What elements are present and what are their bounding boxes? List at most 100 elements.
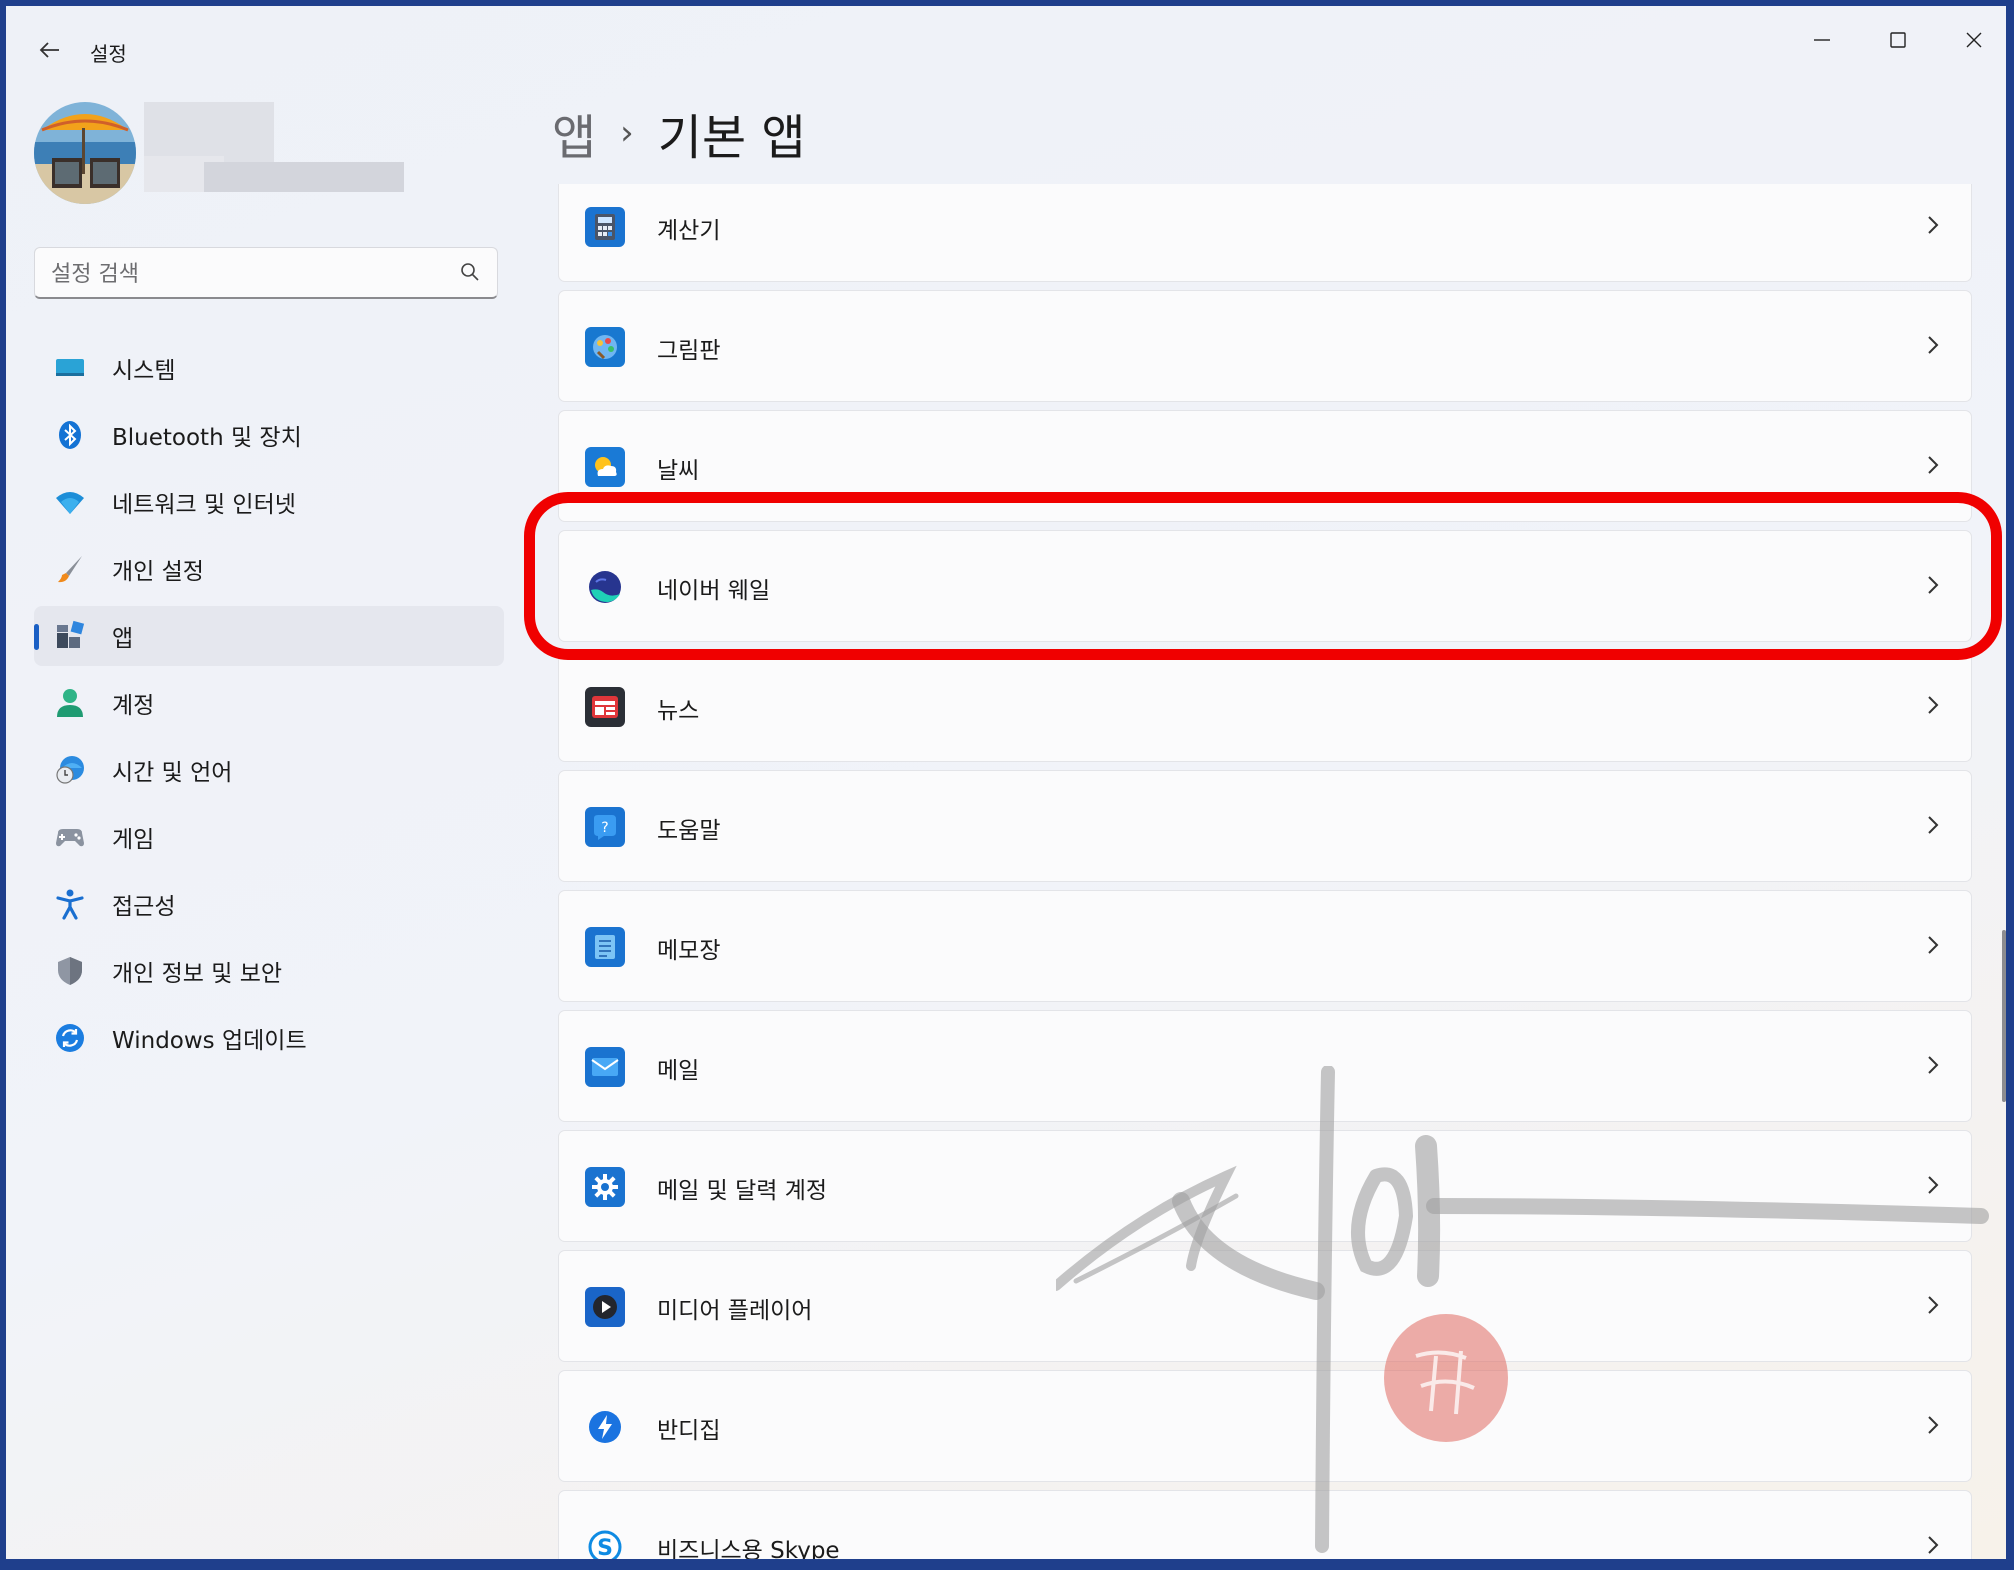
app-row-notepad[interactable]: 메모장: [558, 890, 1972, 1002]
minimize-button[interactable]: [1792, 18, 1852, 62]
app-row-bandizip[interactable]: 반디집: [558, 1370, 1972, 1482]
close-button[interactable]: [1944, 18, 2004, 62]
paintbrush-icon: [58, 556, 82, 583]
gamepad-icon: [56, 829, 84, 847]
sidebar-item-label: Windows 업데이트: [112, 1028, 307, 1054]
sidebar-item-network[interactable]: 네트워크 및 인터넷: [34, 472, 504, 532]
settings-search[interactable]: [34, 247, 498, 299]
app-row-label: 계산기: [657, 218, 721, 244]
chevron-right-icon: [1928, 456, 1939, 474]
gear-icon: [585, 1167, 625, 1207]
back-arrow-icon: [39, 42, 59, 58]
sidebar-item-label: 개인 정보 및 보안: [112, 961, 283, 987]
news-icon: [585, 687, 625, 727]
app-row-label: 반디집: [657, 1418, 721, 1444]
chevron-right-icon: [1928, 1536, 1939, 1554]
chevron-right-icon: [1928, 336, 1939, 354]
apps-icon: [57, 620, 85, 648]
breadcrumb-separator: ›: [620, 113, 634, 153]
app-row-label: 네이버 웨일: [657, 578, 771, 604]
app-row-skype-business[interactable]: S 비즈니스용 Skype: [558, 1490, 1972, 1559]
calculator-icon: [585, 207, 625, 247]
breadcrumb: 앱 › 기본 앱: [552, 98, 806, 168]
app-row-mail[interactable]: 메일: [558, 1010, 1972, 1122]
sidebar-item-system[interactable]: 시스템: [34, 338, 504, 398]
sidebar-item-accounts[interactable]: 계정: [34, 673, 504, 733]
sidebar-item-label: Bluetooth 및 장치: [112, 425, 302, 451]
profile-email-redacted: [204, 162, 404, 192]
sidebar-item-label: 개인 설정: [112, 559, 204, 585]
sidebar-item-accessibility[interactable]: 접근성: [34, 874, 504, 934]
shield-icon: [58, 957, 82, 985]
app-title: 설정: [90, 42, 127, 66]
page-title: 기본 앱: [657, 110, 806, 166]
chevron-right-icon: [1928, 1056, 1939, 1074]
paint-icon: [585, 327, 625, 367]
minimize-icon: [1814, 39, 1830, 41]
app-row-label: 메모장: [657, 938, 721, 964]
sidebar-nav: 시스템 Bluetooth 및 장치 네트워크 및 인터넷 개인 설정 앱 계정…: [34, 338, 504, 1075]
app-row-help[interactable]: ? 도움말: [558, 770, 1972, 882]
bandizip-icon: [585, 1407, 625, 1447]
mail-icon: [585, 1047, 625, 1087]
media-player-icon: [585, 1287, 625, 1327]
app-row-label: 도움말: [657, 818, 721, 844]
user-profile[interactable]: [34, 102, 414, 212]
sidebar-item-personalization[interactable]: 개인 설정: [34, 539, 504, 599]
clock-globe-icon: [56, 756, 84, 784]
search-icon[interactable]: [459, 261, 481, 283]
breadcrumb-parent[interactable]: 앱: [552, 98, 596, 168]
avatar: [34, 102, 136, 204]
chevron-right-icon: [1928, 216, 1939, 234]
chevron-right-icon: [1928, 816, 1939, 834]
chevron-right-icon: [1928, 936, 1939, 954]
notepad-icon: [585, 927, 625, 967]
sidebar-item-label: 게임: [112, 827, 155, 853]
app-row-weather[interactable]: 날씨: [558, 410, 1972, 522]
app-row-label: 그림판: [657, 338, 721, 364]
app-row-label: 미디어 플레이어: [657, 1298, 813, 1324]
sidebar-item-gaming[interactable]: 게임: [34, 807, 504, 867]
svg-text:S: S: [597, 1536, 613, 1559]
settings-window: 설정 설정 검색 시스템 Bluetooth 및 장치 네트워크 및 인터넷 개…: [6, 6, 2006, 1559]
scrollbar-thumb[interactable]: [2002, 930, 2006, 1102]
chevron-right-icon: [1928, 1296, 1939, 1314]
sidebar-item-windows-update[interactable]: Windows 업데이트: [34, 1008, 504, 1068]
accessibility-icon: [56, 889, 84, 920]
title-bar: 설정: [6, 6, 2006, 86]
sidebar-item-label: 접근성: [112, 894, 176, 920]
app-row-label: 뉴스: [657, 698, 700, 724]
sidebar-item-apps[interactable]: 앱: [34, 606, 504, 666]
bluetooth-icon: [59, 421, 81, 449]
chevron-right-icon: [1928, 1176, 1939, 1194]
weather-icon: [585, 447, 625, 487]
app-row-paint[interactable]: 그림판: [558, 290, 1972, 402]
back-button[interactable]: [30, 30, 70, 70]
app-row-media-player[interactable]: 미디어 플레이어: [558, 1250, 1972, 1362]
sidebar-item-label: 네트워크 및 인터넷: [112, 492, 296, 518]
app-row-mail-calendar-accounts[interactable]: 메일 및 달력 계정: [558, 1130, 1972, 1242]
help-icon: ?: [585, 807, 625, 847]
svg-text:?: ?: [601, 820, 608, 836]
app-row-news[interactable]: 뉴스: [558, 650, 1972, 762]
app-row-label: 메일: [657, 1058, 700, 1084]
monitor-icon: [56, 359, 84, 376]
update-icon: [56, 1024, 84, 1052]
chevron-right-icon: [1928, 1416, 1939, 1434]
wifi-icon: [56, 492, 84, 514]
skype-icon: S: [585, 1527, 625, 1559]
sidebar-item-privacy[interactable]: 개인 정보 및 보안: [34, 941, 504, 1001]
search-input[interactable]: [49, 256, 433, 292]
maximize-button[interactable]: [1868, 18, 1928, 62]
app-row-label: 날씨: [657, 458, 700, 484]
sidebar-item-label: 시간 및 언어: [112, 760, 233, 786]
app-row-label: 메일 및 달력 계정: [657, 1178, 828, 1204]
whale-browser-icon: [585, 567, 625, 607]
app-row-label: 비즈니스용 Skype: [657, 1538, 840, 1559]
sidebar-item-time-language[interactable]: 시간 및 언어: [34, 740, 504, 800]
close-icon: [1966, 32, 1982, 48]
sidebar-item-label: 앱: [112, 626, 134, 652]
app-row-calculator[interactable]: 계산기: [558, 184, 1972, 282]
app-row-naver-whale[interactable]: 네이버 웨일: [558, 530, 1972, 642]
sidebar-item-bluetooth[interactable]: Bluetooth 및 장치: [34, 405, 504, 465]
